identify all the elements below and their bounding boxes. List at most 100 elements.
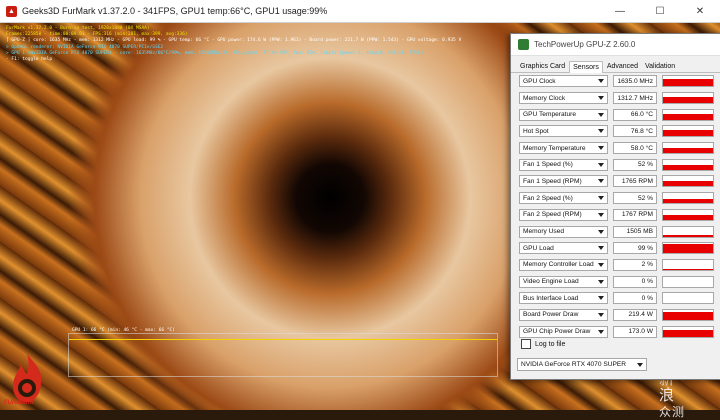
sensor-value: 58.0 °C — [613, 142, 657, 155]
chevron-down-icon — [598, 312, 604, 317]
minimize-button[interactable]: — — [600, 0, 640, 22]
furmark-stats-overlay: FurMark v1.37.2.0 - Burn-in test, 1920x1… — [6, 26, 461, 63]
sensor-value: 76.8 °C — [613, 125, 657, 138]
sensor-row: GPU Temperature 66.0 °C — [519, 106, 720, 123]
sensor-name-dropdown[interactable]: Board Power Draw — [519, 308, 608, 321]
sensor-row: Fan 1 Speed (RPM) 1765 RPM — [519, 173, 720, 190]
sensor-graph-fill — [663, 235, 713, 237]
sensor-name: Fan 1 Speed (RPM) — [523, 177, 582, 185]
sensor-name-dropdown[interactable]: Memory Controller Load — [519, 258, 608, 271]
sensor-name: Fan 2 Speed (RPM) — [523, 211, 582, 219]
sensor-name-dropdown[interactable]: Hot Spot — [519, 125, 608, 138]
sensor-graph-fill — [663, 214, 713, 220]
overlay-line: - F1: toggle help — [6, 56, 53, 62]
sensor-name: Fan 1 Speed (%) — [523, 161, 573, 169]
temperature-graph — [68, 333, 498, 377]
sensor-name-dropdown[interactable]: Fan 1 Speed (RPM) — [519, 175, 608, 188]
sensor-graph-fill — [663, 165, 713, 170]
sensor-name: Bus Interface Load — [523, 294, 579, 302]
sensor-row: Memory Used 1505 MB — [519, 223, 720, 240]
sensor-name: Memory Temperature — [523, 144, 586, 152]
sensor-graph — [662, 208, 714, 221]
sensor-name-dropdown[interactable]: Fan 2 Speed (%) — [519, 192, 608, 205]
sensor-name-dropdown[interactable]: GPU Clock — [519, 75, 608, 88]
gpuz-window-title: TechPowerUp GPU-Z 2.60.0 — [534, 40, 636, 49]
maximize-button[interactable]: ☐ — [640, 0, 680, 22]
sensor-graph-fill — [663, 181, 713, 187]
sensor-graph — [662, 225, 714, 238]
sensor-row: Memory Clock 1312.7 MHz — [519, 90, 720, 107]
log-to-file-label: Log to file — [535, 340, 566, 348]
chevron-down-icon — [598, 179, 604, 184]
sensor-name: GPU Clock — [523, 77, 556, 85]
gpu-select-dropdown[interactable]: NVIDIA GeForce RTX 4070 SUPER — [517, 358, 647, 371]
chevron-down-icon — [598, 129, 604, 134]
furmark-titlebar: ▲ Geeks3D FurMark v1.37.2.0 - 341FPS, GP… — [0, 0, 720, 23]
sensor-name: GPU Chip Power Draw — [523, 328, 591, 336]
sensor-name-dropdown[interactable]: Memory Temperature — [519, 142, 608, 155]
sensor-name-dropdown[interactable]: Bus Interface Load — [519, 292, 608, 305]
tab-sensors[interactable]: Sensors — [569, 61, 603, 73]
furmark-window-title: Geeks3D FurMark v1.37.2.0 - 341FPS, GPU1… — [22, 6, 328, 16]
sensor-graph — [662, 258, 714, 271]
furmark-app-icon: ▲ — [6, 5, 17, 17]
sensor-graph — [662, 192, 714, 205]
sensor-row: Memory Controller Load 2 % — [519, 257, 720, 274]
sensor-name-dropdown[interactable]: GPU Load — [519, 242, 608, 255]
furmark-window-controls: — ☐ ✕ — [600, 0, 720, 22]
sensor-graph-fill — [663, 148, 713, 154]
sensor-graph — [662, 158, 714, 171]
sensor-value: 1765 RPM — [613, 175, 657, 188]
sensor-value: 219.4 W — [613, 308, 657, 321]
sensor-name-dropdown[interactable]: GPU Temperature — [519, 108, 608, 121]
log-to-file[interactable]: Log to file — [521, 339, 565, 349]
tab-graphics-card[interactable]: Graphics Card — [517, 61, 568, 72]
sensor-graph-fill — [663, 97, 713, 104]
chevron-down-icon — [598, 279, 604, 284]
sensor-graph — [662, 292, 714, 305]
log-to-file-checkbox[interactable] — [521, 339, 531, 349]
sensor-name: Memory Controller Load — [523, 261, 594, 269]
chevron-down-icon — [598, 296, 604, 301]
sensor-name: Memory Clock — [523, 94, 566, 102]
sensor-graph — [662, 275, 714, 288]
chevron-down-icon — [637, 363, 643, 367]
chevron-down-icon — [598, 196, 604, 201]
sensor-name: GPU Temperature — [523, 111, 577, 119]
gpuz-titlebar: TechPowerUp GPU-Z 2.60.0 — [511, 34, 720, 56]
close-button[interactable]: ✕ — [680, 0, 720, 22]
sensor-value: 1312.7 MHz — [613, 92, 657, 105]
chevron-down-icon — [598, 246, 604, 251]
sensor-name-dropdown[interactable]: Memory Clock — [519, 92, 608, 105]
chevron-down-icon — [598, 229, 604, 234]
sensor-row: Fan 2 Speed (%) 52 % — [519, 190, 720, 207]
sensor-value: 1505 MB — [613, 225, 657, 238]
sensor-name: Memory Used — [523, 228, 565, 236]
sensor-graph-fill — [663, 329, 713, 337]
sensor-graph — [662, 308, 714, 321]
sensor-name-dropdown[interactable]: GPU Chip Power Draw — [519, 325, 608, 338]
sensor-name-dropdown[interactable]: Memory Used — [519, 225, 608, 238]
sensor-row: Fan 2 Speed (RPM) 1767 RPM — [519, 207, 720, 224]
sensor-row: GPU Load 99 % — [519, 240, 720, 257]
sensor-name: Video Engine Load — [523, 278, 579, 286]
sensor-value: 2 % — [613, 258, 657, 271]
sensor-graph-fill — [663, 269, 713, 270]
sensor-value: 1635.0 MHz — [613, 75, 657, 88]
sensor-graph — [662, 75, 714, 88]
temperature-graph-line — [69, 339, 497, 340]
sensor-name-dropdown[interactable]: Fan 2 Speed (RPM) — [519, 208, 608, 221]
chevron-down-icon — [598, 262, 604, 267]
sensor-graph — [662, 92, 714, 105]
sensor-list: GPU Clock 1635.0 MHz Memory Clock 1312.7 MH… — [519, 73, 720, 340]
tab-advanced[interactable]: Advanced — [604, 61, 641, 72]
sensor-row: Hot Spot 76.8 °C — [519, 123, 720, 140]
chevron-down-icon — [598, 329, 604, 334]
sensor-name-dropdown[interactable]: Fan 1 Speed (%) — [519, 158, 608, 171]
chevron-down-icon — [598, 79, 604, 84]
tab-validation[interactable]: Validation — [642, 61, 678, 72]
sensor-name-dropdown[interactable]: Video Engine Load — [519, 275, 608, 288]
sensor-value: 52 % — [613, 158, 657, 171]
gpuz-tab-bar: Graphics Card Sensors Advanced Validatio… — [511, 56, 720, 73]
sensor-graph — [662, 325, 714, 338]
